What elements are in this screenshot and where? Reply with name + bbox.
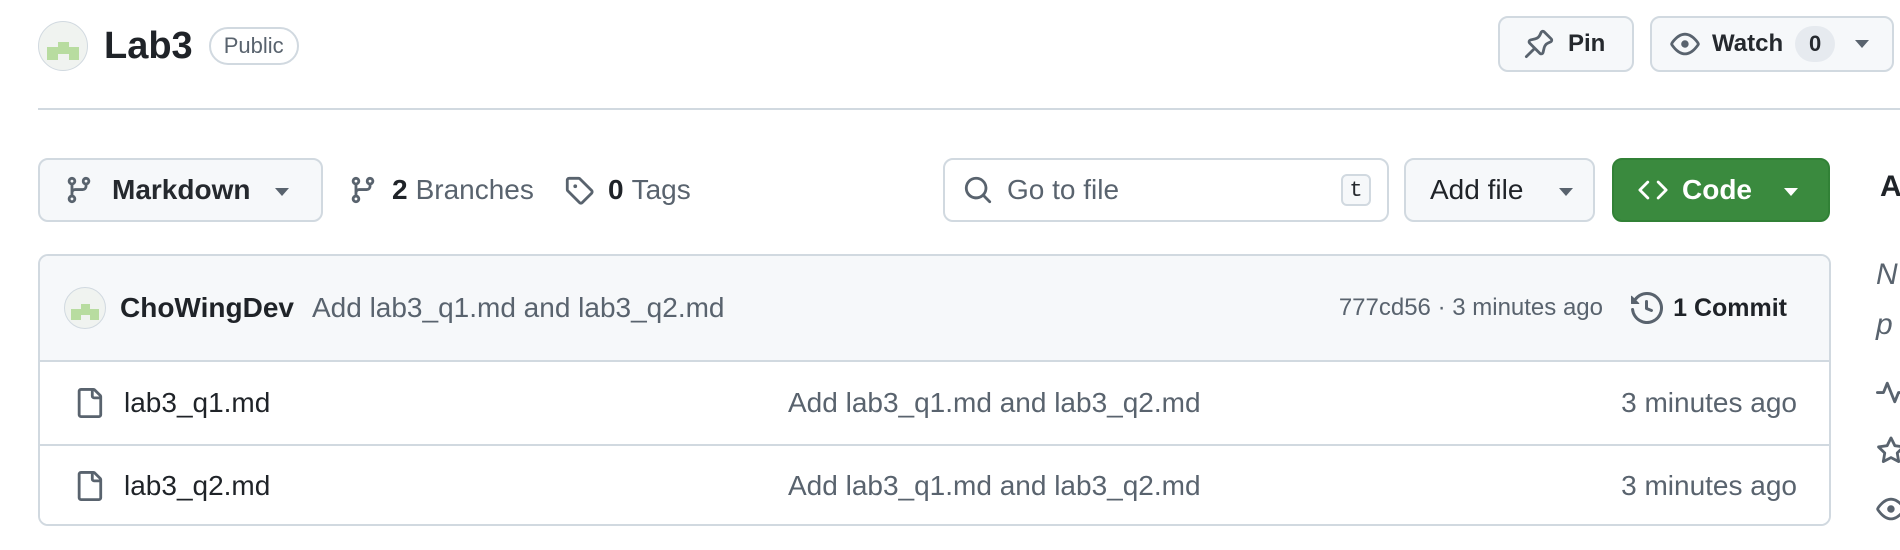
code-label: Code xyxy=(1682,174,1752,205)
search-icon xyxy=(963,175,993,205)
about-heading: A xyxy=(1880,170,1900,203)
tags-label: Tags xyxy=(631,174,691,205)
pin-button[interactable]: Pin xyxy=(1498,16,1634,72)
visibility-badge: Public xyxy=(208,27,299,65)
file-name[interactable]: lab3_q1.md xyxy=(124,387,270,419)
pin-icon xyxy=(1524,29,1554,59)
file-table: ChoWingDev Add lab3_q1.md and lab3_q2.md… xyxy=(38,254,1831,526)
tag-icon xyxy=(564,175,594,205)
watch-button[interactable]: Watch 0 xyxy=(1650,16,1894,72)
watch-dropdown-caret[interactable] xyxy=(1855,40,1870,48)
repo-name[interactable]: Lab3 xyxy=(104,25,193,68)
file-row[interactable]: lab3_q1.md Add lab3_q1.md and lab3_q2.md… xyxy=(40,362,1829,444)
commits-history-link[interactable]: 1 Commit xyxy=(1631,292,1787,324)
add-file-label: Add file xyxy=(1430,174,1524,205)
history-icon xyxy=(1631,292,1664,324)
commit-hash-time[interactable]: 777cd56 · 3 minutes ago xyxy=(1339,294,1603,322)
file-icon xyxy=(74,388,104,418)
git-branch-icon xyxy=(64,175,94,205)
header-divider xyxy=(38,108,1900,110)
eye-icon xyxy=(1670,29,1700,59)
chevron-down-icon xyxy=(1559,188,1573,196)
pin-label: Pin xyxy=(1568,30,1606,57)
commit-message[interactable]: Add lab3_q1.md and lab3_q2.md xyxy=(312,292,725,324)
owner-avatar[interactable] xyxy=(38,21,88,71)
chevron-down-icon xyxy=(1784,188,1798,196)
branch-select-button[interactable]: Markdown xyxy=(38,158,323,222)
code-icon xyxy=(1638,175,1668,205)
star-icon xyxy=(1876,436,1900,466)
file-updated-time: 3 minutes ago xyxy=(1621,470,1797,501)
branches-label: Branches xyxy=(415,174,534,205)
commit-author[interactable]: ChoWingDev xyxy=(120,292,294,324)
branches-count: 2 xyxy=(392,174,408,205)
chevron-down-icon xyxy=(275,188,289,196)
search-input[interactable] xyxy=(1007,174,1307,206)
commits-count-label: 1 Commit xyxy=(1673,293,1787,322)
add-file-button[interactable]: Add file xyxy=(1404,158,1595,222)
about-description-line: p xyxy=(1876,308,1893,341)
file-commit-message[interactable]: Add lab3_q1.md and lab3_q2.md xyxy=(788,470,1201,502)
repo-header: Lab3 Public xyxy=(38,20,299,72)
tags-count: 0 xyxy=(608,174,624,205)
author-avatar[interactable] xyxy=(64,287,106,329)
activity-icon xyxy=(1876,378,1900,408)
repository-page: Lab3 Public Pin Watch 0 Markdown 2 Branc… xyxy=(0,0,1900,550)
about-description: N p xyxy=(1876,250,1898,350)
go-to-file-search[interactable]: t xyxy=(943,158,1389,222)
code-button[interactable]: Code xyxy=(1612,158,1830,222)
tags-link[interactable]: 0 Tags xyxy=(564,168,691,212)
branch-name: Markdown xyxy=(112,174,251,205)
keyboard-shortcut-hint: t xyxy=(1341,174,1371,206)
watch-label: Watch xyxy=(1712,30,1784,57)
about-description-line: N xyxy=(1876,258,1898,291)
eye-icon xyxy=(1876,494,1900,524)
file-icon xyxy=(74,471,104,501)
git-branch-icon xyxy=(348,175,378,205)
file-row[interactable]: lab3_q2.md Add lab3_q1.md and lab3_q2.md… xyxy=(40,444,1829,524)
file-commit-message[interactable]: Add lab3_q1.md and lab3_q2.md xyxy=(788,387,1201,419)
latest-commit-row: ChoWingDev Add lab3_q1.md and lab3_q2.md… xyxy=(40,256,1829,362)
file-updated-time: 3 minutes ago xyxy=(1621,387,1797,418)
branches-link[interactable]: 2 Branches xyxy=(348,168,534,212)
watch-count: 0 xyxy=(1795,26,1836,62)
file-name[interactable]: lab3_q2.md xyxy=(124,470,270,502)
